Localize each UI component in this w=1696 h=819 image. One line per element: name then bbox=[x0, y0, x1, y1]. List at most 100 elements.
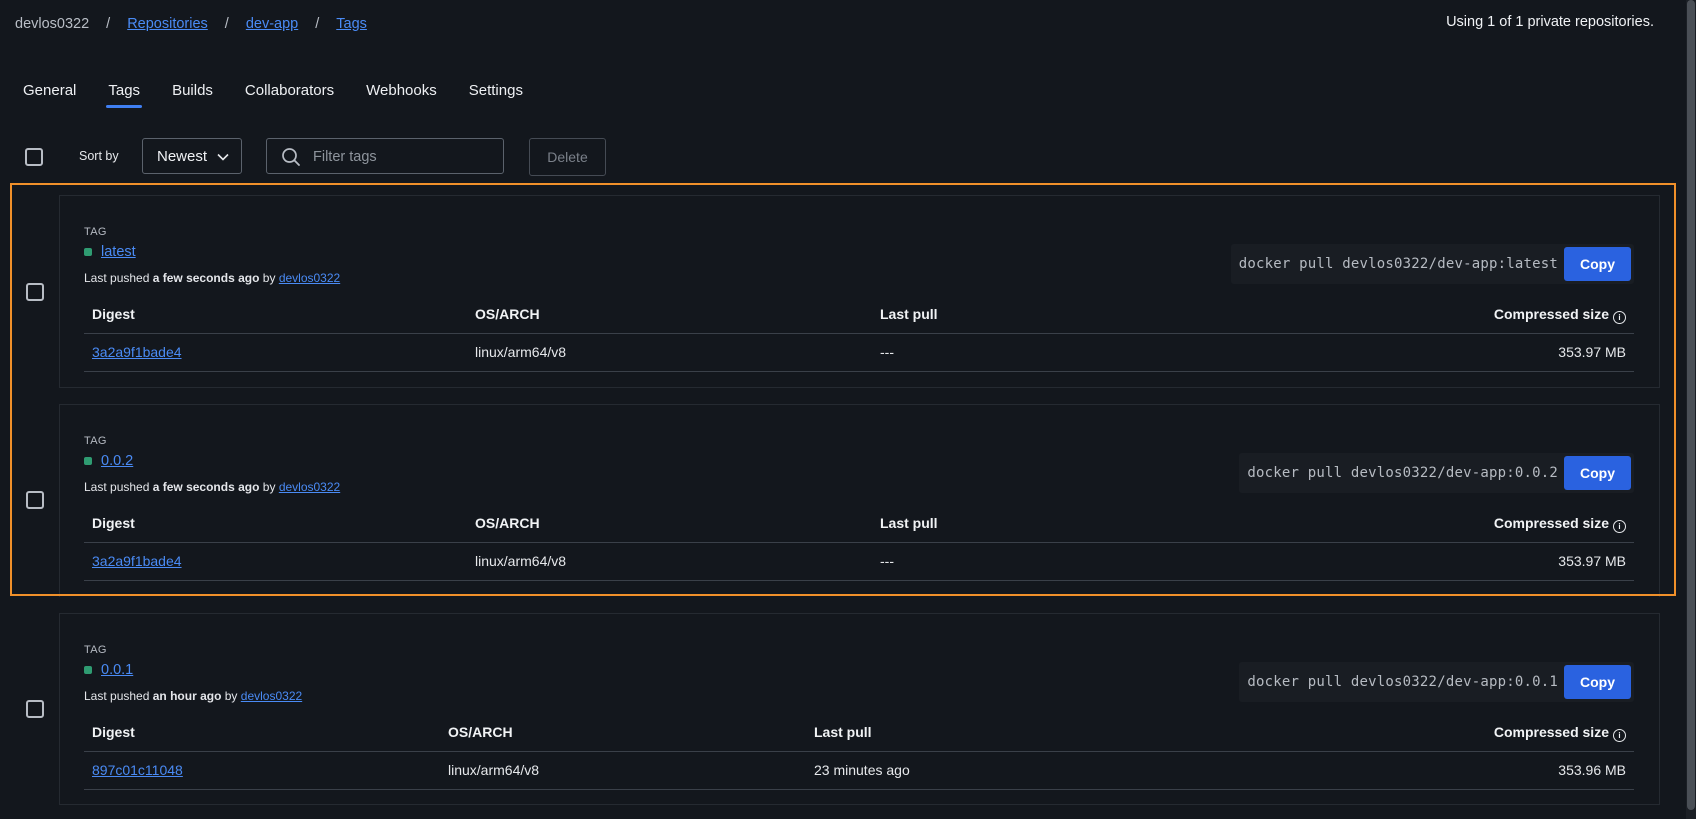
pushed-time: an hour ago bbox=[152, 689, 222, 703]
breadcrumb: devlos0322 / Repositories / dev-app / Ta… bbox=[15, 14, 1666, 34]
tab-collaborators[interactable]: Collaborators bbox=[245, 82, 334, 108]
copy-button[interactable]: Copy bbox=[1564, 247, 1631, 281]
table-header: Digest OS/ARCH Last pull Compressed size… bbox=[84, 296, 1634, 334]
select-all-checkbox[interactable] bbox=[25, 148, 43, 166]
tag-row-checkbox[interactable] bbox=[26, 491, 44, 509]
col-compressed-size: Compressed size i bbox=[1494, 515, 1626, 533]
tag-row-checkbox[interactable] bbox=[26, 700, 44, 718]
tag-status-dot bbox=[84, 457, 92, 465]
pull-command: docker pull devlos0322/dev-app:0.0.1 bbox=[1247, 674, 1558, 690]
tag-status-dot bbox=[84, 666, 92, 674]
size-value: 353.97 MB bbox=[1558, 553, 1626, 569]
info-icon[interactable]: i bbox=[1613, 729, 1626, 742]
digest-link[interactable]: 3a2a9f1bade4 bbox=[92, 344, 182, 360]
pushed-by-link[interactable]: devlos0322 bbox=[241, 689, 302, 703]
col-digest: Digest bbox=[92, 306, 135, 322]
filter-tags-input[interactable] bbox=[311, 146, 495, 168]
tag-card: TAG 0.0.1 Last pushed an hour ago by dev… bbox=[59, 613, 1660, 805]
tab-tags[interactable]: Tags bbox=[106, 82, 142, 108]
tab-webhooks[interactable]: Webhooks bbox=[366, 82, 437, 108]
col-os-arch: OS/ARCH bbox=[475, 306, 540, 322]
copy-button[interactable]: Copy bbox=[1564, 456, 1631, 490]
table-row: 3a2a9f1bade4 linux/arm64/v8 --- 353.97 M… bbox=[84, 334, 1634, 372]
info-icon[interactable]: i bbox=[1613, 311, 1626, 324]
chevron-down-icon bbox=[216, 150, 230, 168]
search-icon bbox=[281, 147, 301, 172]
pull-command-box: docker pull devlos0322/dev-app:0.0.2 Cop… bbox=[1239, 453, 1634, 493]
digest-link[interactable]: 897c01c11048 bbox=[92, 762, 183, 778]
col-compressed-size-label: Compressed size bbox=[1493, 515, 1609, 531]
breadcrumb-separator: / bbox=[224, 16, 229, 32]
info-icon[interactable]: i bbox=[1613, 520, 1626, 533]
tags-toolbar: Sort by Newest Delete bbox=[24, 138, 1024, 176]
size-value: 353.97 MB bbox=[1558, 344, 1626, 360]
sort-select[interactable]: Newest bbox=[142, 138, 242, 174]
tag-card: TAG 0.0.2 Last pushed a few seconds ago … bbox=[59, 404, 1660, 597]
size-value: 353.96 MB bbox=[1558, 762, 1626, 778]
last-pushed-info: Last pushed a few seconds ago by devlos0… bbox=[84, 271, 340, 285]
os-arch-value: linux/arm64/v8 bbox=[475, 553, 567, 569]
pull-command-box: docker pull devlos0322/dev-app:0.0.1 Cop… bbox=[1239, 662, 1634, 702]
tab-general[interactable]: General bbox=[23, 82, 76, 108]
tag-name-link[interactable]: 0.0.2 bbox=[101, 453, 133, 469]
tag-card: TAG latest Last pushed a few seconds ago… bbox=[59, 195, 1660, 388]
breadcrumb-repo-link[interactable]: dev-app bbox=[246, 16, 298, 32]
pull-command-box: docker pull devlos0322/dev-app:latest Co… bbox=[1230, 244, 1634, 284]
filter-tags-field[interactable] bbox=[266, 138, 504, 174]
last-pushed-info: Last pushed a few seconds ago by devlos0… bbox=[84, 480, 340, 494]
usage-text: Using 1 of 1 private repositories. bbox=[1446, 14, 1654, 30]
tag-status-dot bbox=[84, 248, 92, 256]
col-compressed-size: Compressed size i bbox=[1494, 724, 1626, 742]
breadcrumb-separator: / bbox=[315, 16, 320, 32]
breadcrumb-repositories-link[interactable]: Repositories bbox=[127, 16, 208, 32]
col-digest: Digest bbox=[92, 515, 135, 531]
pushed-prefix: Last pushed bbox=[84, 480, 150, 494]
page-scrollbar[interactable] bbox=[1686, 0, 1696, 819]
tab-settings[interactable]: Settings bbox=[469, 82, 523, 108]
col-compressed-size: Compressed size i bbox=[1494, 306, 1626, 324]
pull-command: docker pull devlos0322/dev-app:0.0.2 bbox=[1247, 465, 1558, 481]
pull-command: docker pull devlos0322/dev-app:latest bbox=[1238, 256, 1558, 272]
repo-tabs: General Tags Builds Collaborators Webhoo… bbox=[23, 82, 555, 108]
tag-name-link[interactable]: latest bbox=[101, 244, 136, 260]
col-compressed-size-label: Compressed size bbox=[1493, 724, 1609, 740]
pushed-time: a few seconds ago bbox=[152, 480, 260, 494]
last-pull-value: 23 minutes ago bbox=[814, 762, 910, 778]
pushed-by-word: by bbox=[224, 689, 238, 703]
os-arch-value: linux/arm64/v8 bbox=[448, 762, 540, 778]
pushed-by-link[interactable]: devlos0322 bbox=[279, 271, 340, 285]
tag-label: TAG bbox=[84, 226, 107, 238]
pushed-prefix: Last pushed bbox=[84, 271, 150, 285]
tag-label: TAG bbox=[84, 435, 107, 447]
scrollbar-thumb[interactable] bbox=[1687, 0, 1695, 810]
table-row: 897c01c11048 linux/arm64/v8 23 minutes a… bbox=[84, 752, 1634, 790]
tag-name-wrap: latest bbox=[84, 244, 136, 260]
tab-builds[interactable]: Builds bbox=[172, 82, 213, 108]
tag-label: TAG bbox=[84, 644, 107, 656]
breadcrumb-user: devlos0322 bbox=[15, 16, 90, 32]
pushed-by-word: by bbox=[262, 480, 276, 494]
breadcrumb-separator: / bbox=[106, 16, 111, 32]
tag-name-link[interactable]: 0.0.1 bbox=[101, 662, 133, 678]
sort-by-label: Sort by bbox=[79, 149, 119, 163]
table-row: 3a2a9f1bade4 linux/arm64/v8 --- 353.97 M… bbox=[84, 543, 1634, 581]
table-header: Digest OS/ARCH Last pull Compressed size… bbox=[84, 505, 1634, 543]
col-os-arch: OS/ARCH bbox=[475, 515, 540, 531]
digest-table: Digest OS/ARCH Last pull Compressed size… bbox=[84, 505, 1634, 581]
digest-table: Digest OS/ARCH Last pull Compressed size… bbox=[84, 296, 1634, 372]
tag-name-wrap: 0.0.2 bbox=[84, 453, 133, 469]
tag-name-wrap: 0.0.1 bbox=[84, 662, 133, 678]
breadcrumb-tags-link[interactable]: Tags bbox=[336, 16, 367, 32]
last-pushed-info: Last pushed an hour ago by devlos0322 bbox=[84, 689, 302, 703]
col-last-pull: Last pull bbox=[814, 724, 872, 740]
copy-button[interactable]: Copy bbox=[1564, 665, 1631, 699]
pushed-by-link[interactable]: devlos0322 bbox=[279, 480, 340, 494]
sort-select-value: Newest bbox=[157, 147, 208, 165]
tag-row-checkbox[interactable] bbox=[26, 283, 44, 301]
pushed-time: a few seconds ago bbox=[152, 271, 260, 285]
col-last-pull: Last pull bbox=[880, 306, 938, 322]
digest-link[interactable]: 3a2a9f1bade4 bbox=[92, 553, 182, 569]
pushed-by-word: by bbox=[262, 271, 276, 285]
delete-button[interactable]: Delete bbox=[529, 138, 606, 176]
col-os-arch: OS/ARCH bbox=[448, 724, 513, 740]
